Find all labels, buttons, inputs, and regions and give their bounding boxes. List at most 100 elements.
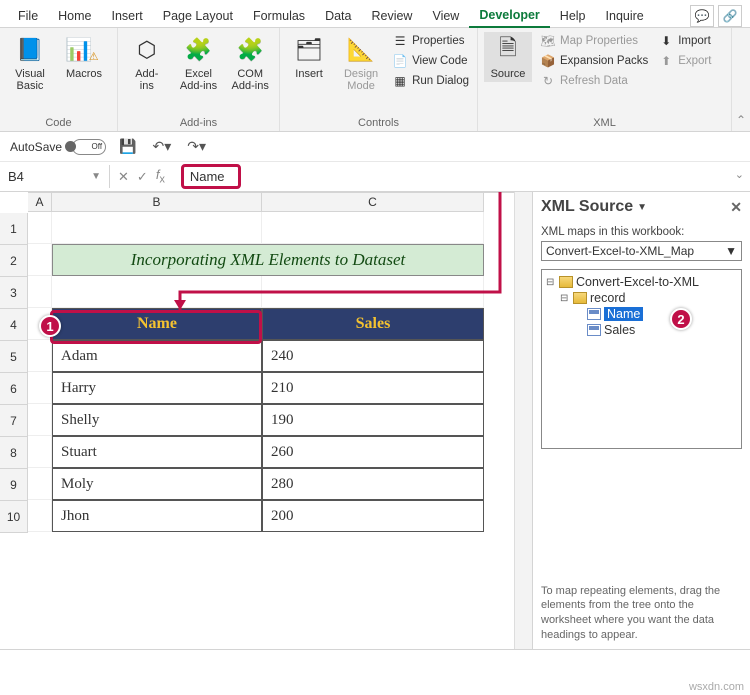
formula-bar: B4 ▼ ✕ ✓ fx Name ⌄ bbox=[0, 162, 750, 192]
row-header[interactable]: 2 bbox=[0, 245, 28, 277]
redo-icon[interactable]: ↷▾ bbox=[184, 138, 209, 155]
table-cell[interactable]: 210 bbox=[262, 372, 484, 404]
tab-developer[interactable]: Developer bbox=[469, 4, 549, 28]
col-header-c[interactable]: C bbox=[262, 193, 484, 212]
ribbon: 📘 Visual Basic 📊⚠ Macros Code ⬡Add- ins … bbox=[0, 28, 750, 132]
chevron-down-icon: ▼ bbox=[725, 244, 737, 258]
status-bar bbox=[0, 649, 750, 679]
undo-icon[interactable]: ↶▾ bbox=[149, 138, 174, 155]
row-header[interactable]: 8 bbox=[0, 437, 28, 469]
insert-control-icon: 🗂 bbox=[293, 34, 325, 66]
source-button[interactable]: 🗎Source bbox=[484, 32, 532, 82]
design-mode-button[interactable]: 📐Design Mode bbox=[338, 32, 384, 94]
table-cell[interactable]: Harry bbox=[52, 372, 262, 404]
run-dialog-button[interactable]: ▦Run Dialog bbox=[390, 72, 471, 90]
tab-view[interactable]: View bbox=[422, 5, 469, 27]
row-header[interactable]: 6 bbox=[0, 373, 28, 405]
tree-node-name[interactable]: Name bbox=[574, 306, 737, 322]
vertical-scrollbar[interactable] bbox=[514, 192, 532, 649]
row-header[interactable]: 5 bbox=[0, 341, 28, 373]
expand-formula-icon[interactable]: ⌄ bbox=[735, 168, 744, 181]
visual-basic-button[interactable]: 📘 Visual Basic bbox=[6, 32, 54, 94]
folder-icon bbox=[559, 276, 573, 288]
xml-source-pane: XML Source ▼✕ XML maps in this workbook:… bbox=[532, 192, 750, 649]
map-properties-button[interactable]: 🗺Map Properties bbox=[538, 32, 650, 50]
map-properties-icon: 🗺 bbox=[540, 33, 556, 49]
import-button[interactable]: ⬇Import bbox=[656, 32, 713, 50]
excel-addins-icon: 🧩 bbox=[183, 34, 215, 66]
tab-review[interactable]: Review bbox=[361, 5, 422, 27]
table-cell[interactable]: 260 bbox=[262, 436, 484, 468]
properties-icon: ☰ bbox=[392, 33, 408, 49]
tree-node-sales[interactable]: Sales bbox=[574, 322, 737, 338]
close-icon[interactable]: ✕ bbox=[730, 199, 742, 216]
name-box[interactable]: B4 ▼ bbox=[0, 165, 110, 188]
row-header[interactable]: 9 bbox=[0, 469, 28, 501]
macros-button[interactable]: 📊⚠ Macros bbox=[60, 32, 108, 82]
table-cell[interactable]: Stuart bbox=[52, 436, 262, 468]
table-cell[interactable]: 190 bbox=[262, 404, 484, 436]
table-cell[interactable]: Jhon bbox=[52, 500, 262, 532]
formula-input[interactable]: Name ⌄ bbox=[173, 162, 750, 191]
table-cell[interactable]: Shelly bbox=[52, 404, 262, 436]
tab-formulas[interactable]: Formulas bbox=[243, 5, 315, 27]
table-cell[interactable]: 240 bbox=[262, 340, 484, 372]
com-addins-icon: 🧩 bbox=[234, 34, 266, 66]
xml-map-select[interactable]: Convert-Excel-to-XML_Map▼ bbox=[541, 241, 742, 261]
group-xml-label: XML bbox=[484, 115, 725, 129]
table-cell[interactable]: Moly bbox=[52, 468, 262, 500]
tab-help[interactable]: Help bbox=[550, 5, 596, 27]
fx-icon[interactable]: fx bbox=[156, 167, 165, 186]
autosave-toggle[interactable]: Off bbox=[72, 139, 106, 155]
header-sales[interactable]: Sales bbox=[262, 308, 484, 340]
tab-inquire[interactable]: Inquire bbox=[596, 5, 654, 27]
share-icon[interactable]: 🔗 bbox=[718, 5, 742, 27]
chevron-down-icon[interactable]: ▼ bbox=[91, 171, 101, 182]
row-header[interactable]: 7 bbox=[0, 405, 28, 437]
header-name[interactable]: Name bbox=[52, 308, 262, 340]
worksheet[interactable]: A B C 1 2 3 4 5 6 7 8 9 10 Incorporating… bbox=[0, 192, 514, 649]
cancel-formula-icon[interactable]: ✕ bbox=[118, 169, 129, 185]
row-header[interactable]: 1 bbox=[0, 213, 28, 245]
run-dialog-icon: ▦ bbox=[392, 73, 408, 89]
tab-home[interactable]: Home bbox=[48, 5, 101, 27]
table-cell[interactable]: Adam bbox=[52, 340, 262, 372]
row-header[interactable]: 4 bbox=[0, 309, 28, 341]
formula-value-highlight: Name bbox=[181, 164, 241, 189]
view-code-icon: 📄 bbox=[392, 53, 408, 69]
col-header-b[interactable]: B bbox=[52, 193, 262, 212]
tab-file[interactable]: File bbox=[8, 5, 48, 27]
table-cell[interactable]: 280 bbox=[262, 468, 484, 500]
expansion-packs-button[interactable]: 📦Expansion Packs bbox=[538, 52, 650, 70]
view-code-button[interactable]: 📄View Code bbox=[390, 52, 471, 70]
quick-access-toolbar: AutoSave Off 💾 ↶▾ ↷▾ bbox=[0, 132, 750, 162]
tab-page-layout[interactable]: Page Layout bbox=[153, 5, 243, 27]
tab-data[interactable]: Data bbox=[315, 5, 361, 27]
refresh-icon: ↻ bbox=[540, 73, 556, 89]
col-header-a[interactable]: A bbox=[28, 193, 52, 212]
xml-hint-text: To map repeating elements, drag the elem… bbox=[541, 584, 742, 643]
element-icon bbox=[587, 308, 601, 320]
title-cell[interactable]: Incorporating XML Elements to Dataset bbox=[52, 244, 484, 276]
insert-control-button[interactable]: 🗂Insert bbox=[286, 32, 332, 82]
save-icon[interactable]: 💾 bbox=[116, 138, 139, 155]
properties-button[interactable]: ☰Properties bbox=[390, 32, 471, 50]
com-addins-button[interactable]: 🧩COM Add-ins bbox=[227, 32, 273, 94]
row-header[interactable]: 10 bbox=[0, 501, 28, 533]
visual-basic-icon: 📘 bbox=[14, 34, 46, 66]
ribbon-tabs: File Home Insert Page Layout Formulas Da… bbox=[0, 0, 750, 28]
enter-formula-icon[interactable]: ✓ bbox=[137, 169, 148, 185]
collapse-ribbon-icon[interactable]: ⌃ bbox=[732, 28, 750, 131]
table-cell[interactable]: 200 bbox=[262, 500, 484, 532]
comments-icon[interactable]: 💬 bbox=[690, 5, 714, 27]
refresh-data-button[interactable]: ↻Refresh Data bbox=[538, 72, 650, 90]
row-header[interactable]: 3 bbox=[0, 277, 28, 309]
tab-insert[interactable]: Insert bbox=[102, 5, 153, 27]
export-button[interactable]: ⬆Export bbox=[656, 52, 713, 70]
element-icon bbox=[587, 324, 601, 336]
xml-maps-label: XML maps in this workbook: bbox=[541, 226, 742, 238]
xml-tree[interactable]: ⊟Convert-Excel-to-XML ⊟record Name Sales… bbox=[541, 269, 742, 449]
addins-button[interactable]: ⬡Add- ins bbox=[124, 32, 170, 94]
excel-addins-button[interactable]: 🧩Excel Add-ins bbox=[176, 32, 222, 94]
macros-icon: 📊⚠ bbox=[68, 34, 100, 66]
